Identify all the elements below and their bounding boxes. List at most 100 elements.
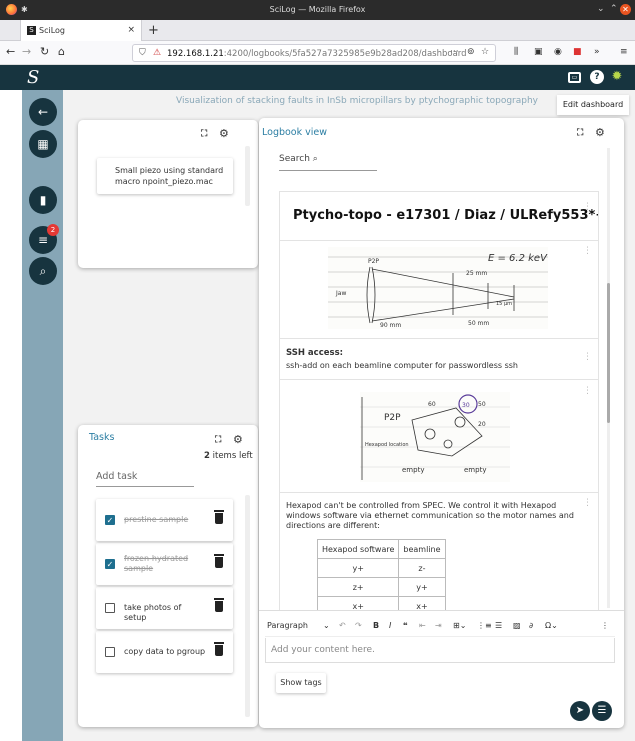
snippet-card[interactable]: Small piezo using standard macro npoint_… <box>97 158 233 194</box>
extension-icon[interactable]: ◉ <box>554 47 562 57</box>
forward-icon[interactable]: → <box>22 45 31 58</box>
tab-close-icon[interactable]: × <box>127 25 135 35</box>
sketch-label: 60 <box>428 401 436 408</box>
home-icon[interactable]: ⌂ <box>58 45 65 58</box>
overflow-icon[interactable]: » <box>594 47 600 57</box>
paragraph-select[interactable]: Paragraph <box>267 621 308 630</box>
task-checkbox[interactable] <box>105 603 115 613</box>
special-character-icon[interactable]: Ω⌄ <box>545 621 558 630</box>
logbook-search-input[interactable]: Search ⌕ <box>279 154 377 171</box>
tab-bar: S SciLog × + <box>0 20 635 41</box>
new-tab-button[interactable]: + <box>148 23 159 38</box>
reload-icon[interactable]: ↻ <box>40 45 49 58</box>
table-cell: y+ <box>398 577 446 597</box>
image-icon[interactable]: ▨ <box>513 621 521 630</box>
task-item[interactable]: ✓ prestine sample <box>96 499 233 541</box>
separator <box>280 379 598 380</box>
window-title: SciLog — Mozilla Firefox <box>269 5 366 14</box>
task-checkbox[interactable]: ✓ <box>105 559 115 569</box>
addon-badge-icon[interactable]: ■ <box>573 47 582 57</box>
table-cell: z+ <box>316 577 400 597</box>
back-icon[interactable]: ← <box>6 45 15 58</box>
edit-dashboard-button[interactable]: Edit dashboard <box>557 95 629 115</box>
logbook-settings-icon[interactable]: ⚙ <box>595 126 605 139</box>
entry-menu-icon[interactable]: ⋮ <box>583 202 592 212</box>
delete-task-icon[interactable] <box>214 554 224 568</box>
window-titlebar: ✱ SciLog — Mozilla Firefox ⌄ ⌃ ✕ <box>0 0 635 20</box>
undo-icon[interactable]: ↶ <box>339 621 346 630</box>
task-checkbox[interactable] <box>105 647 115 657</box>
search-snippet-icon[interactable]: ⌕ <box>29 257 57 285</box>
editor-input[interactable]: Add your content here. <box>265 638 615 663</box>
menu-icon[interactable]: ≡ <box>620 47 628 57</box>
sketch-label: 50 mm <box>468 320 489 327</box>
task-item[interactable]: copy data to pgroup <box>96 631 233 673</box>
bookmark-star-icon[interactable]: ☆ <box>481 47 489 57</box>
back-arrow-icon[interactable]: ← <box>29 98 57 126</box>
show-tags-button[interactable]: Show tags <box>276 673 326 693</box>
numbered-list-icon[interactable]: ⋮≡ <box>477 621 492 630</box>
entry-menu-icon[interactable]: ⋮ <box>583 498 592 508</box>
delete-task-icon[interactable] <box>214 598 224 612</box>
chevron-down-icon[interactable]: ⌄ <box>323 621 330 630</box>
italic-icon[interactable]: I <box>389 621 391 630</box>
task-label: prestine sample <box>124 515 189 524</box>
widget-scrollbar[interactable] <box>245 146 250 206</box>
items-left-count: 2 items left <box>204 451 253 461</box>
entry-menu-icon[interactable]: ⋮ <box>583 246 592 256</box>
minimize-icon[interactable]: ⌄ <box>597 4 605 14</box>
task-checkbox[interactable]: ✓ <box>105 515 115 525</box>
scilog-logo[interactable]: S <box>27 67 39 88</box>
scilog-favicon-icon: S <box>27 26 36 35</box>
tasks-scrollbar[interactable] <box>245 495 250 717</box>
entry-menu-icon[interactable]: ⋮ <box>583 352 592 362</box>
sketch-label: P2P <box>384 413 401 423</box>
redo-icon[interactable]: ↷ <box>355 621 362 630</box>
insecure-lock-icon[interactable]: ⚠ <box>153 48 161 58</box>
pocket-icon[interactable]: ⊚ <box>467 47 475 57</box>
fullscreen-icon[interactable]: ⛶ <box>201 129 207 139</box>
task-item[interactable]: ✓ frozen-hydrated sample <box>96 543 233 585</box>
entry-menu-icon[interactable]: ⋮ <box>583 386 592 396</box>
logbook-icon[interactable]: ▮ <box>29 186 57 214</box>
url-path: :4200/logbooks/5fa527a7325985e9b28ad208/… <box>223 49 467 59</box>
logbook-fullscreen-icon[interactable]: ⛶ <box>577 128 583 138</box>
bold-icon[interactable]: B <box>373 621 379 630</box>
outdent-icon[interactable]: ⇤ <box>419 621 426 630</box>
table-cell: z- <box>398 558 446 578</box>
widget-settings-icon[interactable]: ⚙ <box>219 127 229 140</box>
help-icon[interactable]: ? <box>590 70 604 84</box>
monitor-icon[interactable]: ▭ <box>568 72 581 83</box>
scrollbar-thumb[interactable] <box>607 283 610 423</box>
sidebar-toggle-icon[interactable]: ▣ <box>534 47 543 57</box>
tasks-settings-icon[interactable]: ⚙ <box>233 433 243 446</box>
dashboard-icon[interactable]: ▦ <box>29 130 57 158</box>
url-text[interactable]: 192.168.1.21:4200/logbooks/5fa527a732598… <box>167 49 467 59</box>
add-task-input[interactable]: Add task <box>96 471 194 487</box>
more-options-icon[interactable]: ⋮ <box>601 621 609 630</box>
page-actions-icon[interactable]: ··· <box>450 47 459 57</box>
logbook-scrollbar[interactable] <box>607 148 610 608</box>
link-icon[interactable]: ∂ <box>529 621 533 630</box>
url-bar[interactable]: ⛉ ⚠ 192.168.1.21:4200/logbooks/5fa527a73… <box>132 44 496 62</box>
table-header-cell: beamline <box>398 539 446 559</box>
close-window-icon[interactable]: ✕ <box>620 4 631 15</box>
indent-icon[interactable]: ⇥ <box>435 621 442 630</box>
library-icon[interactable]: ⫼ <box>514 47 518 57</box>
task-item[interactable]: take photos of setup <box>96 587 233 629</box>
delete-task-icon[interactable] <box>214 510 224 524</box>
bullet-list-icon[interactable]: ☰ <box>495 621 502 630</box>
tasks-fullscreen-icon[interactable]: ⛶ <box>215 435 221 445</box>
table-icon[interactable]: ⊞⌄ <box>453 621 466 630</box>
separator <box>280 338 598 339</box>
tracking-shield-icon[interactable]: ⛉ <box>139 48 146 58</box>
delete-task-icon[interactable] <box>214 642 224 656</box>
quote-icon[interactable]: ❝ <box>403 621 408 630</box>
send-icon[interactable]: ➤ <box>570 701 590 721</box>
notification-badge: 2 <box>47 224 59 236</box>
maximize-icon[interactable]: ⌃ <box>610 4 618 14</box>
comment-icon[interactable]: ☰ <box>592 701 612 721</box>
logbook-entries[interactable]: Ptycho-topo - e17301 / Diaz / ULRefy553*… <box>279 191 599 611</box>
settings-gear-icon[interactable]: ✹ <box>610 70 624 84</box>
browser-tab[interactable]: S SciLog × <box>20 20 142 41</box>
